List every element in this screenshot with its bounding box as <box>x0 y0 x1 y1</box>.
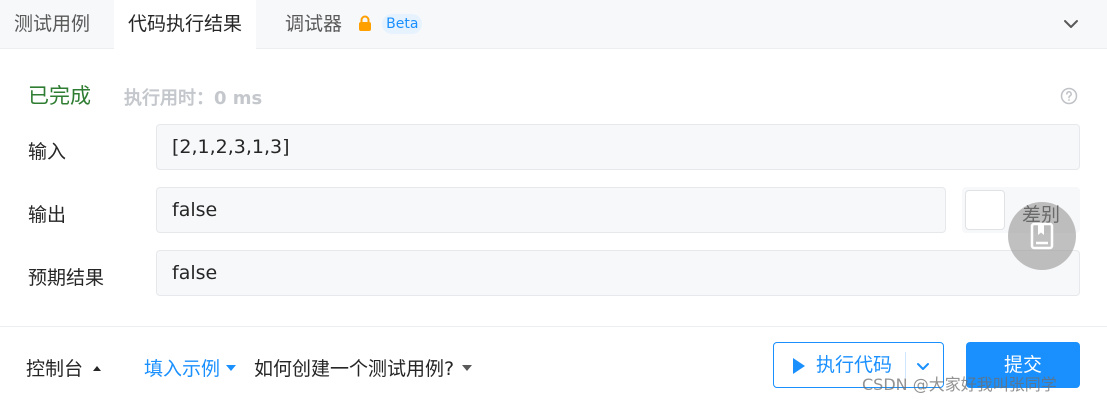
howto-link[interactable]: 如何创建一个测试用例? <box>254 354 473 381</box>
floating-note-button[interactable] <box>1008 202 1076 270</box>
diff-checkbox[interactable] <box>965 190 1005 230</box>
howto-label: 如何创建一个测试用例? <box>254 358 455 380</box>
play-icon <box>793 358 805 374</box>
output-label: 输出 <box>28 204 67 226</box>
tab-run-result[interactable]: 代码执行结果 <box>114 0 257 49</box>
tab-bar: 测试用例 代码执行结果 调试器 Beta <box>0 0 1107 49</box>
result-status: 已完成 <box>28 84 91 108</box>
chevron-down-icon[interactable] <box>1061 14 1081 34</box>
input-value: [2,1,2,3,1,3] <box>156 124 1080 170</box>
runtime-text: 执行用时：0 ms <box>124 88 263 109</box>
lock-icon <box>359 15 372 31</box>
console-label: 控制台 <box>26 358 84 380</box>
caret-up-icon <box>93 366 102 371</box>
beta-badge: Beta <box>382 14 423 34</box>
tab-label: 调试器 <box>285 13 343 35</box>
tab-label: 测试用例 <box>14 13 91 35</box>
bottom-divider <box>0 326 1107 327</box>
caret-down-icon <box>462 365 473 371</box>
tab-test-cases[interactable]: 测试用例 <box>0 0 104 48</box>
help-icon[interactable] <box>1060 87 1078 105</box>
tab-debugger[interactable]: 调试器 Beta <box>271 0 436 48</box>
book-icon <box>1030 222 1054 250</box>
caret-down-icon <box>226 365 237 371</box>
input-label: 输入 <box>28 141 67 163</box>
output-value: false <box>156 187 946 233</box>
expected-value: false <box>156 250 1080 296</box>
console-button[interactable]: 控制台 <box>26 354 102 381</box>
fill-example-label: 填入示例 <box>144 358 221 380</box>
watermark: CSDN @大家好我叫张同学 <box>862 375 1057 394</box>
tab-label: 代码执行结果 <box>128 13 243 35</box>
fill-example-button[interactable]: 填入示例 <box>144 354 237 381</box>
expected-label: 预期结果 <box>28 267 105 289</box>
